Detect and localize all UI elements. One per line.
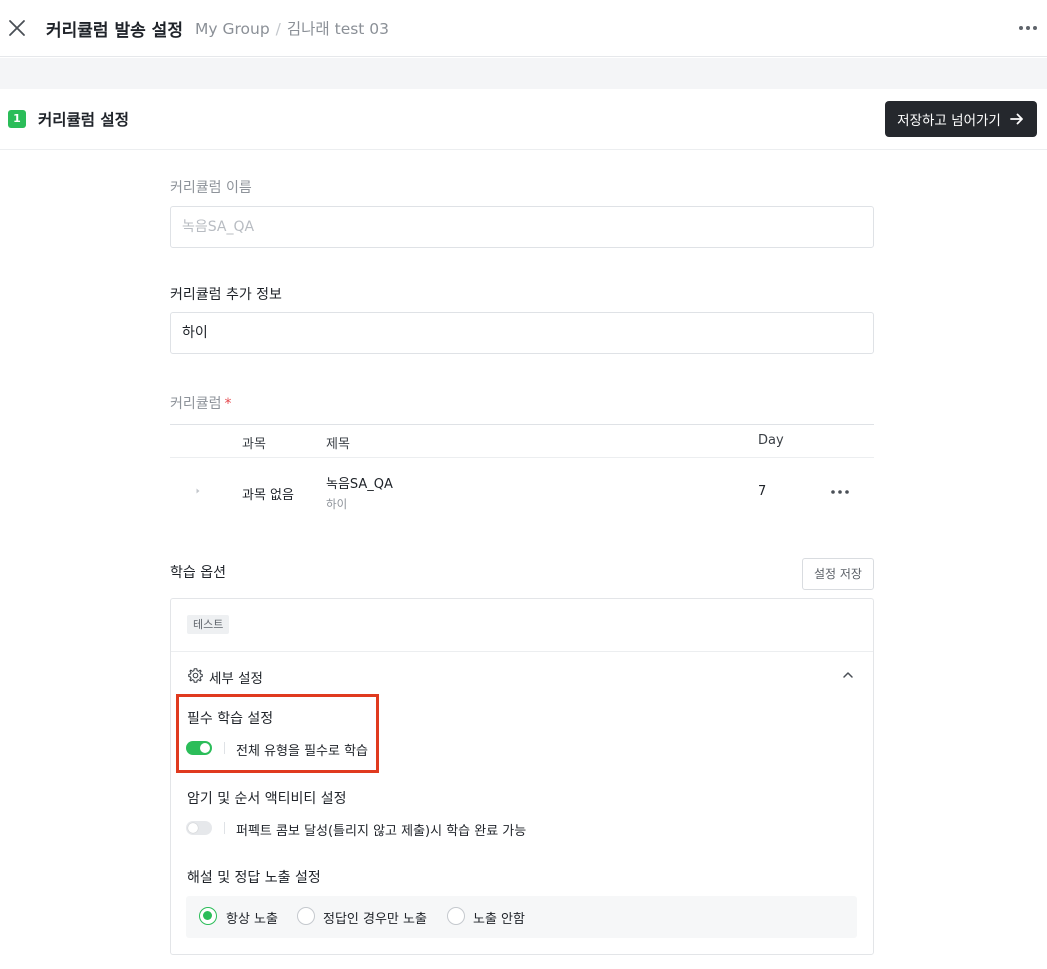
highlight-box <box>176 694 379 773</box>
toggle-knob <box>188 823 198 833</box>
radio-never-show[interactable] <box>447 907 465 925</box>
step-badge: 1 <box>8 110 26 128</box>
row-title: 녹음SA_QA <box>326 477 393 492</box>
learning-options-title: 학습 옵션 <box>170 565 226 581</box>
more-icon[interactable] <box>1017 18 1039 38</box>
spacer-band <box>0 58 1047 89</box>
row-day: 7 <box>758 484 767 499</box>
breadcrumb: My Group / 김나래 test 03 <box>195 17 389 39</box>
breadcrumb-separator: / <box>275 20 281 38</box>
column-header-day: Day <box>758 433 784 448</box>
caret-right-icon[interactable] <box>193 486 203 496</box>
curriculum-name-label: 커리큘럼 이름 <box>170 180 252 196</box>
page-title: 커리큘럼 발송 설정 <box>46 21 183 41</box>
radio-correct-only-label: 정답인 경우만 노출 <box>323 912 427 927</box>
option-tag: 테스트 <box>187 615 230 634</box>
perfect-combo-toggle[interactable] <box>186 821 212 835</box>
row-subtitle: 하이 <box>326 497 348 511</box>
settings-save-button[interactable]: 설정 저장 <box>802 558 874 590</box>
toggle-separator <box>224 822 225 834</box>
table-header-divider <box>170 457 874 458</box>
curriculum-label: 커리큘럼 * <box>170 393 232 413</box>
more-icon[interactable] <box>829 484 851 500</box>
breadcrumb-group[interactable]: My Group <box>195 20 270 38</box>
curriculum-name-field: 녹음SA_QA <box>170 206 874 248</box>
curriculum-label-text: 커리큘럼 <box>170 396 222 412</box>
top-bar: 커리큘럼 발송 설정 My Group / 김나래 test 03 <box>0 0 1047 57</box>
radio-always-show[interactable] <box>199 907 217 925</box>
save-and-next-button[interactable]: 저장하고 넘어가기 <box>885 101 1037 137</box>
required-mark: * <box>224 396 232 412</box>
radio-never-show-label: 노출 안함 <box>473 912 525 927</box>
curriculum-info-field[interactable]: 하이 <box>170 312 874 354</box>
save-and-next-label: 저장하고 넘어가기 <box>897 113 1001 129</box>
column-header-title: 제목 <box>326 437 350 452</box>
close-icon[interactable] <box>6 17 28 39</box>
radio-always-show-label: 항상 노출 <box>226 912 278 927</box>
radio-correct-only[interactable] <box>297 907 315 925</box>
explanation-title: 해설 및 정답 노출 설정 <box>187 870 321 886</box>
row-subject: 과목 없음 <box>242 488 294 503</box>
options-divider <box>171 651 873 652</box>
column-header-subject: 과목 <box>242 437 266 452</box>
section-title: 커리큘럼 설정 <box>38 111 129 129</box>
table-top-border <box>170 424 874 425</box>
curriculum-info-label: 커리큘럼 추가 정보 <box>170 287 282 303</box>
detail-settings-title: 세부 설정 <box>209 671 263 687</box>
breadcrumb-user[interactable]: 김나래 test 03 <box>287 20 389 38</box>
chevron-up-icon[interactable] <box>841 668 855 682</box>
perfect-combo-toggle-label: 퍼펙트 콤보 달성(틀리지 않고 제출)시 학습 완료 가능 <box>236 824 527 839</box>
memorize-order-title: 암기 및 순서 액티비티 설정 <box>187 791 347 807</box>
gear-icon <box>188 668 203 683</box>
arrow-right-icon <box>1009 113 1023 125</box>
